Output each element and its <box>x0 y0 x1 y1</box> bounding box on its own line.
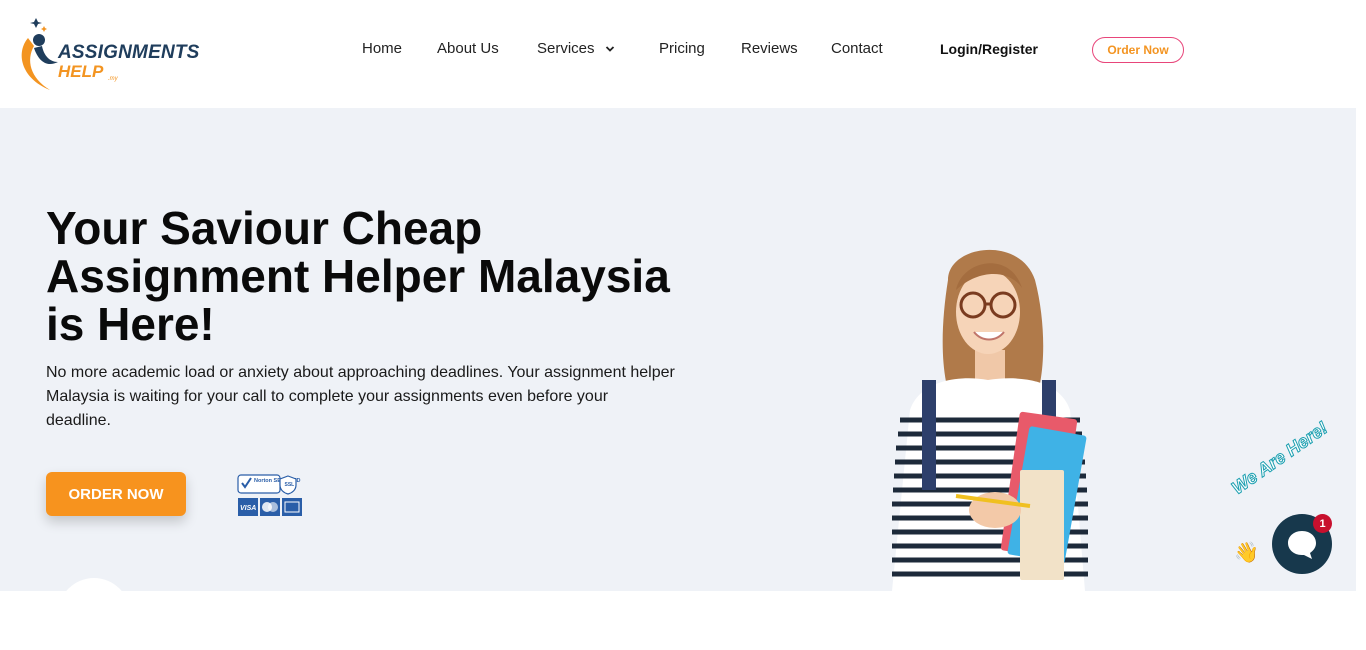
login-register-link[interactable]: Login/Register <box>940 41 1038 57</box>
hero-title: Your Saviour Cheap Assignment Helper Mal… <box>46 202 670 350</box>
chat-unread-badge: 1 <box>1313 514 1332 533</box>
site-logo[interactable]: ASSIGNMENTS HELP .my <box>14 12 214 94</box>
nav-reviews[interactable]: Reviews <box>741 40 798 57</box>
logo-text-secondary: HELP <box>58 62 104 81</box>
svg-text:SSL: SSL <box>285 482 295 488</box>
site-header: ASSIGNMENTS HELP .my Home About Us Servi… <box>0 0 1356 108</box>
logo-domain-suffix: .my <box>108 76 118 82</box>
order-now-hero-button[interactable]: ORDER NOW <box>46 472 186 516</box>
scroll-down-circle[interactable] <box>58 578 130 650</box>
chevron-down-icon <box>605 45 614 52</box>
visa-text: VISA <box>240 505 256 512</box>
logo-text-primary: ASSIGNMENTS <box>58 42 200 63</box>
student-illustration-icon <box>892 249 1088 591</box>
nav-home[interactable]: Home <box>362 40 402 57</box>
nav-services[interactable]: Services <box>537 40 615 57</box>
logo-mark-icon <box>21 18 58 90</box>
order-now-header-button[interactable]: Order Now <box>1092 37 1184 63</box>
nav-about-us[interactable]: About Us <box>437 40 499 57</box>
nav-pricing[interactable]: Pricing <box>659 40 705 57</box>
trust-badges-icon: Norton SECURED SSL VISA <box>237 474 302 516</box>
chat-bubble-icon <box>1288 531 1316 559</box>
hero-description: No more academic load or anxiety about a… <box>46 364 675 429</box>
nav-services-label: Services <box>537 40 595 57</box>
scroll-gutter <box>1356 0 1366 591</box>
waving-hand-icon: 👋 <box>1234 542 1259 564</box>
security-badges: Norton SECURED SSL VISA <box>237 474 303 518</box>
nav-contact[interactable]: Contact <box>831 40 883 57</box>
student-hero-image <box>870 240 1110 591</box>
